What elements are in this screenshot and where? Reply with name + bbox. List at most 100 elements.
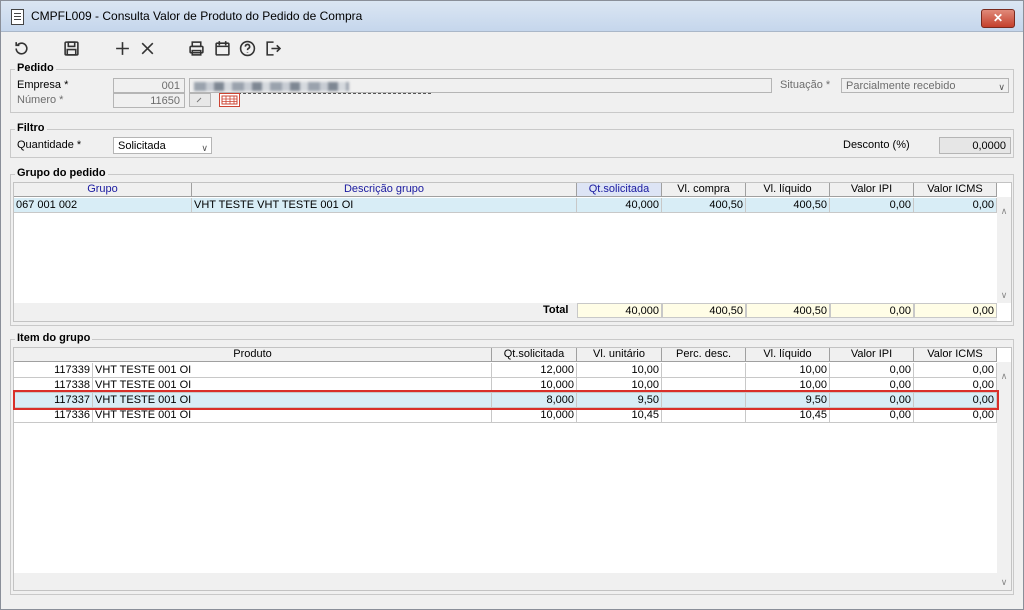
grupo-col-valor-ipi[interactable]: Valor IPI (830, 183, 914, 197)
item-cell-vl-unitario: 9,50 (577, 393, 662, 408)
grupo-section-title: Grupo do pedido (15, 167, 108, 179)
item-cell-produto: VHT TESTE 001 OI (93, 393, 492, 408)
item-cell-qt: 12,000 (492, 363, 577, 378)
table-row[interactable]: 067 001 002 VHT TESTE VHT TESTE 001 OI 4… (14, 198, 997, 213)
quantidade-label: Quantidade * (17, 139, 82, 151)
item-col-produto[interactable]: Produto (14, 348, 492, 362)
grupo-col-valor-icms[interactable]: Valor ICMS (914, 183, 997, 197)
grupo-col-qt-solicitada[interactable]: Qt.solicitada (577, 183, 662, 197)
calendar-grid-icon (221, 95, 238, 105)
grupo-col-descricao[interactable]: Descrição grupo (192, 183, 577, 197)
item-cell-icms: 0,00 (914, 393, 997, 408)
item-cell-icms: 0,00 (914, 363, 997, 378)
table-row-selected[interactable]: 117337 VHT TESTE 001 OI 8,000 9,50 9,50 … (14, 393, 997, 408)
item-cell-qt: 8,000 (492, 393, 577, 408)
item-cell-vl-liquido: 9,50 (746, 393, 830, 408)
item-col-valor-icms[interactable]: Valor ICMS (914, 348, 997, 362)
numero-label: Número * (17, 94, 64, 106)
situacao-select[interactable]: Parcialmente recebido ∨ (841, 78, 1009, 93)
item-grid-header: Produto Qt.solicitada Vl. unitário Perc.… (14, 348, 997, 362)
item-col-qt-solicitada[interactable]: Qt.solicitada (492, 348, 577, 362)
item-cell-codigo: 117339 (14, 363, 93, 378)
calendar-button[interactable] (219, 93, 240, 107)
total-label: Total (543, 304, 569, 316)
grupo-col-vl-compra[interactable]: Vl. compra (662, 183, 746, 197)
grupo-cell-ipi: 0,00 (830, 198, 914, 213)
situacao-label: Situação * (780, 79, 831, 91)
chevron-down-icon[interactable]: ∨ (999, 578, 1009, 587)
item-cell-perc-desc (662, 393, 746, 408)
grupo-cell-grupo: 067 001 002 (14, 198, 192, 213)
item-cell-vl-liquido: 10,00 (746, 378, 830, 393)
item-col-perc-desc[interactable]: Perc. desc. (662, 348, 746, 362)
desconto-label: Desconto (%) (843, 139, 910, 151)
numero-field[interactable]: 11650 (113, 93, 185, 108)
grupo-col-grupo[interactable]: Grupo (14, 183, 192, 197)
print-icon[interactable] (186, 38, 206, 58)
item-col-valor-ipi[interactable]: Valor IPI (830, 348, 914, 362)
item-cell-qt: 10,000 (492, 408, 577, 423)
item-cell-ipi: 0,00 (830, 363, 914, 378)
grupo-total-row: Total 40,000 400,50 400,50 0,00 0,00 (14, 303, 997, 321)
chevron-down-icon[interactable]: ∨ (999, 291, 1009, 300)
grupo-grid-header: Grupo Descrição grupo Qt.solicitada Vl. … (14, 183, 997, 197)
item-cell-codigo: 117337 (14, 393, 93, 408)
table-row[interactable]: 117339 VHT TESTE 001 OI 12,000 10,00 10,… (14, 363, 997, 378)
exit-icon[interactable] (262, 38, 282, 58)
add-icon[interactable] (112, 38, 132, 58)
total-qt: 40,000 (577, 303, 662, 318)
item-cell-icms: 0,00 (914, 408, 997, 423)
toolbar (1, 32, 1023, 62)
item-scrollbar[interactable]: ∧ ∨ (997, 362, 1011, 590)
total-vl-compra: 400,50 (662, 303, 746, 318)
help-icon[interactable] (237, 38, 257, 58)
grupo-cell-vl-liquido: 400,50 (746, 198, 830, 213)
pedido-section-title: Pedido (15, 62, 56, 74)
table-row[interactable]: 117338 VHT TESTE 001 OI 10,000 10,00 10,… (14, 378, 997, 393)
empresa-code-field[interactable]: 001 (113, 78, 185, 93)
item-cell-vl-unitario: 10,00 (577, 363, 662, 378)
total-vl-liquido: 400,50 (746, 303, 830, 318)
table-row[interactable]: 117336 VHT TESTE 001 OI 10,000 10,45 10,… (14, 408, 997, 423)
item-col-vl-liquido[interactable]: Vl. líquido (746, 348, 830, 362)
calendar-icon[interactable] (212, 38, 232, 58)
item-cell-vl-liquido: 10,00 (746, 363, 830, 378)
refresh-icon[interactable] (11, 38, 31, 58)
item-cell-produto: VHT TESTE 001 OI (93, 363, 492, 378)
item-cell-codigo: 117338 (14, 378, 93, 393)
grupo-grid: Grupo Descrição grupo Qt.solicitada Vl. … (13, 182, 1012, 322)
item-cell-vl-unitario: 10,00 (577, 378, 662, 393)
quantidade-value: Solicitada (118, 140, 166, 152)
redaction-line (233, 93, 431, 95)
empresa-name-field[interactable] (189, 78, 772, 93)
situacao-value: Parcialmente recebido (846, 80, 956, 92)
grupo-cell-qt: 40,000 (577, 198, 662, 213)
desconto-field[interactable]: 0,0000 (939, 137, 1011, 154)
grupo-cell-icms: 0,00 (914, 198, 997, 213)
item-section-title: Item do grupo (15, 332, 93, 344)
search-button[interactable] (189, 93, 211, 107)
window-title: CMPFL009 - Consulta Valor de Produto do … (31, 9, 363, 23)
quantidade-select[interactable]: Solicitada ∨ (113, 137, 212, 154)
grupo-col-vl-liquido[interactable]: Vl. líquido (746, 183, 830, 197)
chevron-up-icon[interactable]: ∧ (999, 372, 1009, 381)
item-cell-perc-desc (662, 378, 746, 393)
item-cell-perc-desc (662, 408, 746, 423)
grupo-scrollbar[interactable]: ∧ ∨ (997, 197, 1011, 303)
grupo-cell-descricao: VHT TESTE VHT TESTE 001 OI (192, 198, 577, 213)
item-grid-footer (14, 573, 997, 590)
item-cell-codigo: 117336 (14, 408, 93, 423)
cancel-icon[interactable] (137, 38, 157, 58)
item-cell-qt: 10,000 (492, 378, 577, 393)
item-cell-ipi: 0,00 (830, 408, 914, 423)
item-cell-produto: VHT TESTE 001 OI (93, 378, 492, 393)
item-col-vl-unitario[interactable]: Vl. unitário (577, 348, 662, 362)
filtro-section-title: Filtro (15, 122, 47, 134)
redacted-company-name (194, 82, 349, 91)
item-cell-ipi: 0,00 (830, 378, 914, 393)
total-ipi: 0,00 (830, 303, 914, 318)
item-cell-produto: VHT TESTE 001 OI (93, 408, 492, 423)
chevron-up-icon[interactable]: ∧ (999, 207, 1009, 216)
save-icon[interactable] (61, 38, 81, 58)
close-button[interactable]: ✕ (981, 9, 1015, 28)
